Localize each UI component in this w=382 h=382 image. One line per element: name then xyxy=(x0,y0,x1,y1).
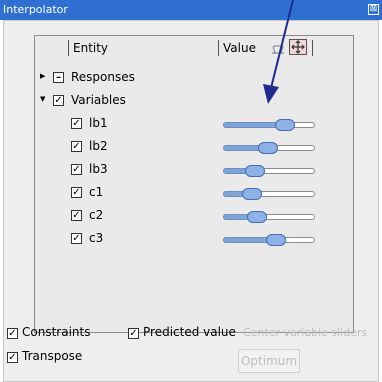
header-divider xyxy=(68,40,69,56)
predicted-value-label: Predicted value xyxy=(143,325,236,339)
entity-tree: Entity Value ▶ – Responses ▼ ✓ Variables… xyxy=(34,35,354,333)
variables-checkbox[interactable]: ✓ xyxy=(53,95,64,106)
variable-row[interactable]: ✓ lb3 xyxy=(35,160,353,182)
variable-slider[interactable] xyxy=(223,188,315,200)
variable-label: lb3 xyxy=(89,162,108,176)
collapse-arrow-icon[interactable]: ▼ xyxy=(40,95,48,103)
variable-checkbox[interactable]: ✓ xyxy=(71,210,82,221)
variable-checkbox[interactable]: ✓ xyxy=(71,164,82,175)
variable-checkbox[interactable]: ✓ xyxy=(71,187,82,198)
window-title: Interpolator xyxy=(3,3,68,16)
close-icon[interactable]: ⊠ xyxy=(368,4,379,15)
slider-thumb[interactable] xyxy=(247,211,267,223)
range-icon[interactable] xyxy=(271,43,285,55)
tree-row-variables[interactable]: ▼ ✓ Variables xyxy=(35,91,353,113)
header-divider xyxy=(218,40,219,56)
predicted-value-checkbox[interactable]: ✓ xyxy=(128,328,139,339)
transpose-checkbox[interactable]: ✓ xyxy=(7,352,18,363)
slider-thumb[interactable] xyxy=(266,234,286,246)
window-titlebar: Interpolator ⊠ xyxy=(0,0,382,20)
center-sliders-option[interactable]: Center variable sliders xyxy=(243,326,367,339)
constraints-label: Constraints xyxy=(22,325,91,339)
slider-thumb[interactable] xyxy=(242,188,262,200)
slider-thumb[interactable] xyxy=(245,165,265,177)
variable-label: c2 xyxy=(89,208,104,222)
entity-column-header[interactable]: Entity xyxy=(73,41,108,55)
tree-header: Entity Value xyxy=(35,36,353,60)
variable-label: lb1 xyxy=(89,116,108,130)
slider-thumb[interactable] xyxy=(258,142,278,154)
variable-slider[interactable] xyxy=(223,119,315,131)
variable-checkbox[interactable]: ✓ xyxy=(71,118,82,129)
variable-label: c1 xyxy=(89,185,104,199)
responses-label: Responses xyxy=(71,70,135,84)
variable-row[interactable]: ✓ c2 xyxy=(35,206,353,228)
value-column-header[interactable]: Value xyxy=(223,41,256,55)
variable-label: lb2 xyxy=(89,139,108,153)
transpose-label: Transpose xyxy=(22,349,83,363)
move-icon[interactable] xyxy=(289,39,307,55)
expand-arrow-icon[interactable]: ▶ xyxy=(40,72,48,80)
variable-slider[interactable] xyxy=(223,142,315,154)
variable-row[interactable]: ✓ c3 xyxy=(35,229,353,251)
tree-row-responses[interactable]: ▶ – Responses xyxy=(35,68,353,90)
optimum-button[interactable]: Optimum xyxy=(238,349,300,373)
variable-checkbox[interactable]: ✓ xyxy=(71,233,82,244)
constraints-checkbox[interactable]: ✓ xyxy=(7,328,18,339)
variable-slider[interactable] xyxy=(223,211,315,223)
variable-checkbox[interactable]: ✓ xyxy=(71,141,82,152)
variable-slider[interactable] xyxy=(223,165,315,177)
variable-row[interactable]: ✓ lb2 xyxy=(35,137,353,159)
variable-slider[interactable] xyxy=(223,234,315,246)
variable-label: c3 xyxy=(89,231,104,245)
variables-label: Variables xyxy=(71,93,126,107)
variable-row[interactable]: ✓ lb1 xyxy=(35,114,353,136)
variable-row[interactable]: ✓ c1 xyxy=(35,183,353,205)
slider-thumb[interactable] xyxy=(275,119,295,131)
header-divider xyxy=(312,40,313,56)
responses-checkbox[interactable]: – xyxy=(53,72,64,83)
